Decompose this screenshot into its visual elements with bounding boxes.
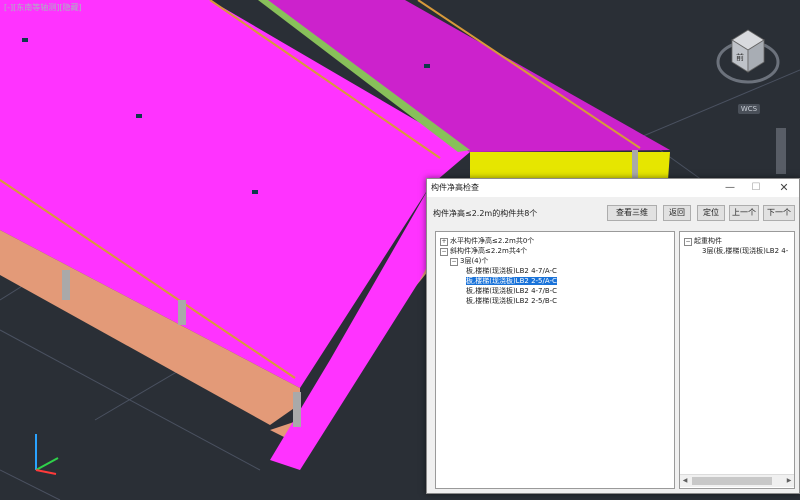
- detail-panel[interactable]: − 起重构件 3层(板,楼梯(现浇板)LB2 4- ◀ ▶: [679, 231, 795, 489]
- close-button[interactable]: ✕: [773, 179, 795, 197]
- viewport-label[interactable]: [-][东南等轴测][隐藏]: [4, 2, 82, 13]
- collapse-icon[interactable]: −: [440, 248, 448, 256]
- component-tree[interactable]: + 水平构件净高≤2.2m共0个 − 斜构件净高≤2.2m共4个 −3层(4)个 板,楼梯…: [435, 231, 675, 489]
- tree-item-label: 斜构件净高≤2.2m共4个: [450, 247, 528, 255]
- tree-item[interactable]: − 斜构件净高≤2.2m共4个: [440, 246, 527, 256]
- locate-button[interactable]: 定位: [697, 205, 725, 221]
- cube-face-label: 前: [736, 52, 744, 62]
- tree-item[interactable]: 板,楼梯(现浇板)LB2 2-5/B-C: [466, 296, 557, 306]
- tree-item[interactable]: + 水平构件净高≤2.2m共0个: [440, 236, 534, 246]
- tree-item-label: 板,楼梯(现浇板)LB2 4-7/B-C: [466, 287, 558, 295]
- maximize-button[interactable]: ☐: [745, 179, 767, 197]
- dialog-title: 构件净高检查: [431, 183, 479, 192]
- viewport-scroll-strip[interactable]: [776, 128, 786, 174]
- tree-item-label: 水平构件净高≤2.2m共0个: [450, 237, 535, 245]
- tree-item-label: 3层(4)个: [460, 257, 489, 265]
- clearance-check-dialog: 构件净高检查 — ☐ ✕ 构件净高≤2.2m的构件共8个 查看三维 返回 定位 …: [426, 178, 800, 494]
- collapse-icon[interactable]: −: [684, 238, 692, 246]
- detail-item[interactable]: 3层(板,楼梯(现浇板)LB2 4-: [702, 246, 788, 256]
- next-button[interactable]: 下一个: [763, 205, 795, 221]
- horizontal-scrollbar[interactable]: ◀ ▶: [680, 474, 794, 487]
- result-summary: 构件净高≤2.2m的构件共8个: [433, 209, 538, 218]
- view-3d-button[interactable]: 查看三维: [607, 205, 657, 221]
- tree-item[interactable]: 板,楼梯(现浇板)LB2 2-5/A-C: [466, 276, 557, 286]
- axis-icon: [35, 434, 59, 475]
- back-button[interactable]: 返回: [663, 205, 691, 221]
- scroll-thumb[interactable]: [692, 477, 772, 485]
- expand-icon[interactable]: +: [440, 238, 448, 246]
- tree-item[interactable]: 板,楼梯(现浇板)LB2 4-7/B-C: [466, 286, 557, 296]
- wcs-label[interactable]: WCS: [738, 104, 760, 114]
- dialog-titlebar[interactable]: 构件净高检查 — ☐ ✕: [427, 179, 799, 197]
- previous-button[interactable]: 上一个: [729, 205, 759, 221]
- tree-item[interactable]: −3层(4)个: [450, 256, 488, 266]
- tree-item-label: 板,楼梯(现浇板)LB2 4-7/A-C: [466, 267, 557, 275]
- tree-item-label: 板,楼梯(现浇板)LB2 2-5/B-C: [466, 297, 558, 305]
- collapse-icon[interactable]: −: [450, 258, 458, 266]
- scroll-right-icon[interactable]: ▶: [784, 475, 794, 487]
- detail-heading[interactable]: − 起重构件: [684, 236, 722, 246]
- tree-item[interactable]: 板,楼梯(现浇板)LB2 4-7/A-C: [466, 266, 557, 276]
- viewcube[interactable]: 前: [712, 18, 792, 118]
- minimize-button[interactable]: —: [719, 179, 741, 197]
- tree-item-label: 板,楼梯(现浇板)LB2 2-5/A-C: [466, 277, 557, 285]
- scroll-left-icon[interactable]: ◀: [680, 475, 690, 487]
